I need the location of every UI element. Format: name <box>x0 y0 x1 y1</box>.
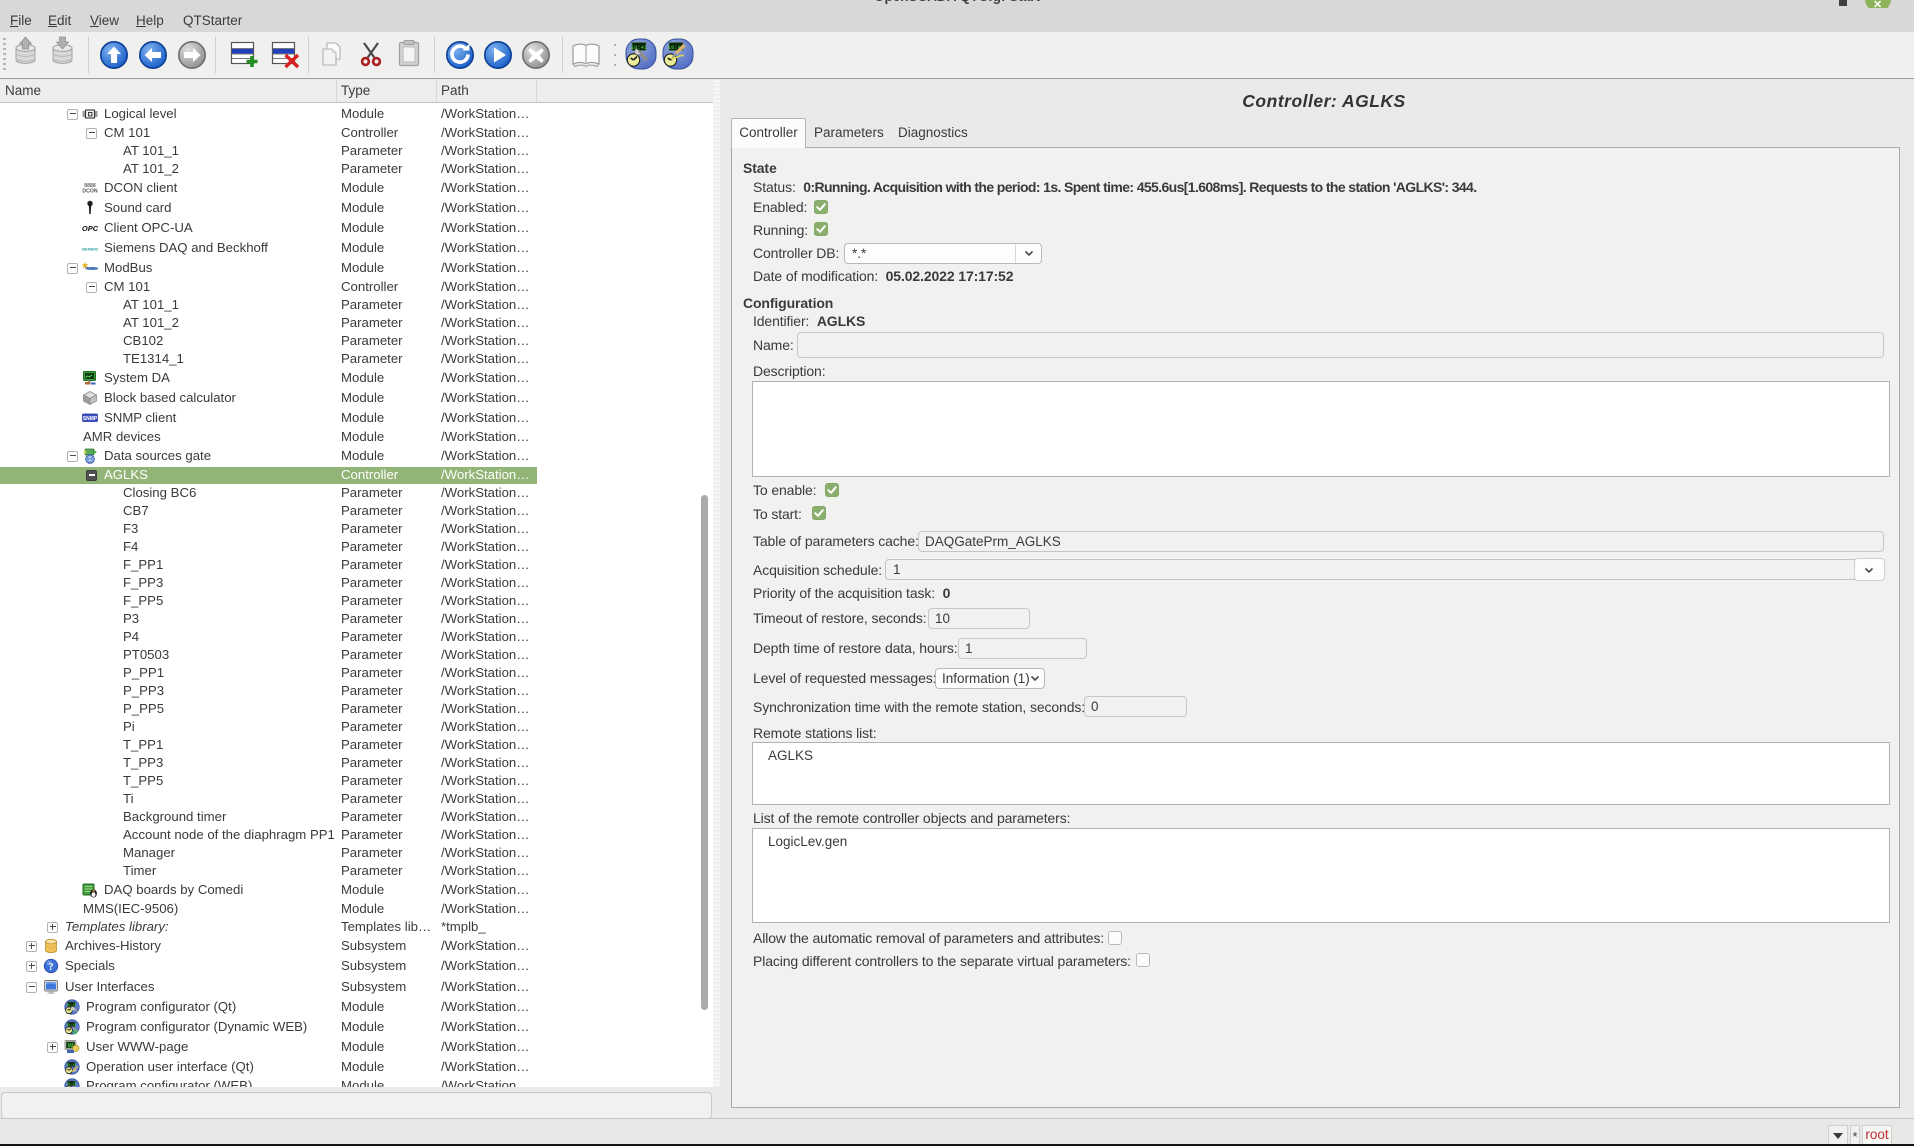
svg-text:SIEMENS: SIEMENS <box>82 248 98 252</box>
svg-text:W: W <box>72 1030 78 1035</box>
svg-text:OPC: OPC <box>82 224 98 233</box>
svg-text:DCON: DCON <box>82 189 98 195</box>
svg-text:SNMP: SNMP <box>83 416 98 422</box>
svg-text:ModBus: ModBus <box>85 267 98 271</box>
svg-text:?: ? <box>48 962 53 973</box>
